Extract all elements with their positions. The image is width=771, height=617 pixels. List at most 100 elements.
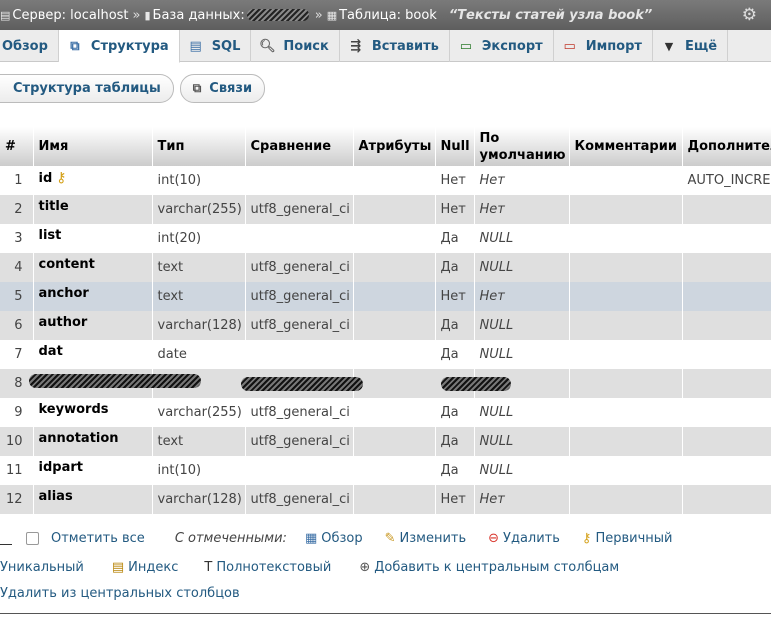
server-icon: ▤ — [0, 8, 11, 22]
cell-num-text: 10 — [5, 434, 23, 449]
column-header[interactable]: Null — [435, 127, 475, 166]
primary-selected-button[interactable]: Первичный — [595, 531, 672, 546]
cell-num-text: 5 — [14, 289, 23, 304]
cell-name: title — [33, 195, 152, 224]
tab-insert[interactable]: ⇶ Вставить — [340, 30, 450, 62]
table-structure-button[interactable]: Структура таблицы — [0, 74, 174, 103]
table-row[interactable]: 8 — [0, 369, 771, 398]
cell-null-text: Нет — [440, 202, 466, 217]
breadcrumb-database[interactable]: ▮ База данных: — [144, 8, 310, 23]
gear-icon[interactable]: ⚙ — [742, 5, 757, 25]
table-row[interactable]: 1 id⚷ int(10) Нет Нет AUTO_INCREMENT — [0, 166, 771, 195]
cell-comment — [569, 340, 682, 369]
table-structure-label: Структура таблицы — [13, 81, 161, 96]
tab-search[interactable]: 🔍︎ Поиск — [251, 30, 340, 62]
breadcrumb-table[interactable]: ▦ Таблица: book — [327, 8, 437, 23]
table-row[interactable]: 5 anchor text utf8_general_ci Нет Нет — [0, 282, 771, 311]
cell-collation-text: utf8_general_ci — [250, 434, 350, 449]
cell-extra — [682, 369, 771, 398]
cell-extra — [682, 485, 771, 514]
column-header[interactable]: Тип — [152, 127, 246, 166]
search-icon: 🔍︎ — [259, 38, 276, 54]
index-icon: ▤ — [111, 559, 125, 575]
cell-type-text: varchar(255) — [157, 202, 242, 217]
column-header[interactable]: По умолчанию — [474, 127, 570, 166]
cell-default-text: NULL — [479, 231, 514, 246]
drop-selected-button[interactable]: Удалить — [503, 531, 560, 546]
column-header[interactable]: # — [0, 127, 34, 166]
check-all-checkbox[interactable] — [26, 531, 39, 545]
cell-name: content — [33, 253, 152, 282]
cell-name: author — [33, 311, 152, 340]
table-row[interactable]: 4 content text utf8_general_ci Да NULL — [0, 253, 771, 282]
cell-num: 12 — [0, 485, 33, 514]
table-row[interactable]: 6 author varchar(128) utf8_general_ci Да NULL — [0, 311, 771, 340]
cell-name — [28, 369, 201, 398]
cell-collation-text: utf8_general_ci — [250, 289, 350, 304]
fulltext-selected-button[interactable]: Полнотекстовый — [216, 560, 331, 575]
index-selected-button[interactable]: Индекс — [128, 560, 178, 575]
add-central-columns-button[interactable]: Добавить к центральным столбцам — [374, 560, 619, 575]
cell-attributes — [353, 485, 435, 514]
cell-num: 1 — [0, 166, 33, 195]
change-selected-button[interactable]: Изменить — [400, 531, 467, 546]
cell-collation — [245, 166, 353, 195]
column-header[interactable]: Комментарии — [569, 127, 683, 166]
cell-name-text: alias — [38, 489, 73, 504]
tab-sql[interactable]: ▤ SQL — [180, 30, 252, 62]
breadcrumb-separator: » — [132, 7, 141, 23]
cell-null-text: Нет — [440, 289, 466, 304]
cell-name: keywords — [33, 398, 152, 427]
cell-attributes — [353, 398, 435, 427]
cell-attributes — [353, 340, 435, 369]
table-row[interactable]: 11 idpart int(10) Да NULL — [0, 456, 771, 485]
tab-structure[interactable]: ⧉ Структура — [58, 30, 180, 63]
tab-import[interactable]: ▭ Импорт — [554, 30, 653, 62]
cell-comment — [569, 224, 682, 253]
table-row[interactable]: 12 alias varchar(128) utf8_general_ci Нет Нет — [0, 485, 771, 514]
cell-type-text: text — [157, 434, 184, 449]
column-header[interactable]: Атрибуты — [353, 127, 436, 166]
cell-null-text: Да — [440, 260, 459, 275]
cell-attributes — [353, 311, 435, 340]
cell-null: Да — [435, 224, 474, 253]
cell-name-text: idpart — [38, 460, 83, 475]
cell-null-text: Нет — [440, 492, 466, 507]
cell-type: text — [152, 427, 245, 456]
cell-default-text: NULL — [479, 347, 514, 362]
relations-label: Связи — [209, 81, 253, 96]
column-header[interactable]: Имя — [33, 127, 153, 166]
cell-name: idpart — [33, 456, 152, 485]
table-row[interactable]: 2 title varchar(255) utf8_general_ci Нет Нет — [0, 195, 771, 224]
table-label: Таблица: book — [339, 7, 437, 23]
table-row[interactable]: 7 dat date Да NULL — [0, 340, 771, 369]
column-header[interactable]: Сравнение — [245, 127, 354, 166]
redacted-database-name — [246, 9, 309, 21]
table-comment: “Тексты статей узла book” — [448, 7, 653, 23]
tab-browse-label: Обзор — [2, 38, 48, 54]
cell-attributes — [353, 195, 435, 224]
relations-button[interactable]: ⧉ Связи — [179, 74, 266, 103]
unique-selected-button[interactable]: Уникальный — [0, 560, 84, 575]
cell-num: 11 — [0, 456, 33, 485]
tab-more[interactable]: ▼ Ещё — [653, 30, 729, 62]
cell-comment — [569, 282, 682, 311]
browse-selected-button[interactable]: Обзор — [321, 531, 362, 546]
breadcrumb-server[interactable]: ▤ Сервер: localhost — [0, 8, 129, 23]
cell-attributes — [353, 166, 435, 195]
remove-central-columns-button[interactable]: Удалить из центральных столбцов — [0, 586, 240, 601]
cell-num-text: 3 — [14, 231, 23, 246]
check-all-label[interactable]: Отметить все — [51, 531, 145, 546]
bulk-actions-row-1: Отметить все С отмеченными: ▦ Обзор ✎ Из… — [0, 527, 694, 549]
table-row[interactable]: 3 list int(20) Да NULL — [0, 224, 771, 253]
cell-null-text: Да — [440, 318, 459, 333]
table-header: # Имя Тип Сравнение Атрибуты Null По умо… — [0, 127, 771, 166]
table-row[interactable]: 9 keywords varchar(255) utf8_general_ci Да NU… — [0, 398, 771, 427]
relations-icon: ⧉ — [192, 81, 202, 95]
table-row[interactable]: 10 annotation text utf8_general_ci Да NULL — [0, 427, 771, 456]
tab-browse[interactable]: Обзор — [0, 30, 59, 62]
cell-null: Да — [435, 427, 474, 456]
cell-name: list — [33, 224, 152, 253]
tab-export[interactable]: ▭ Экспорт — [450, 30, 554, 62]
column-header[interactable]: Дополнительно — [682, 127, 771, 166]
